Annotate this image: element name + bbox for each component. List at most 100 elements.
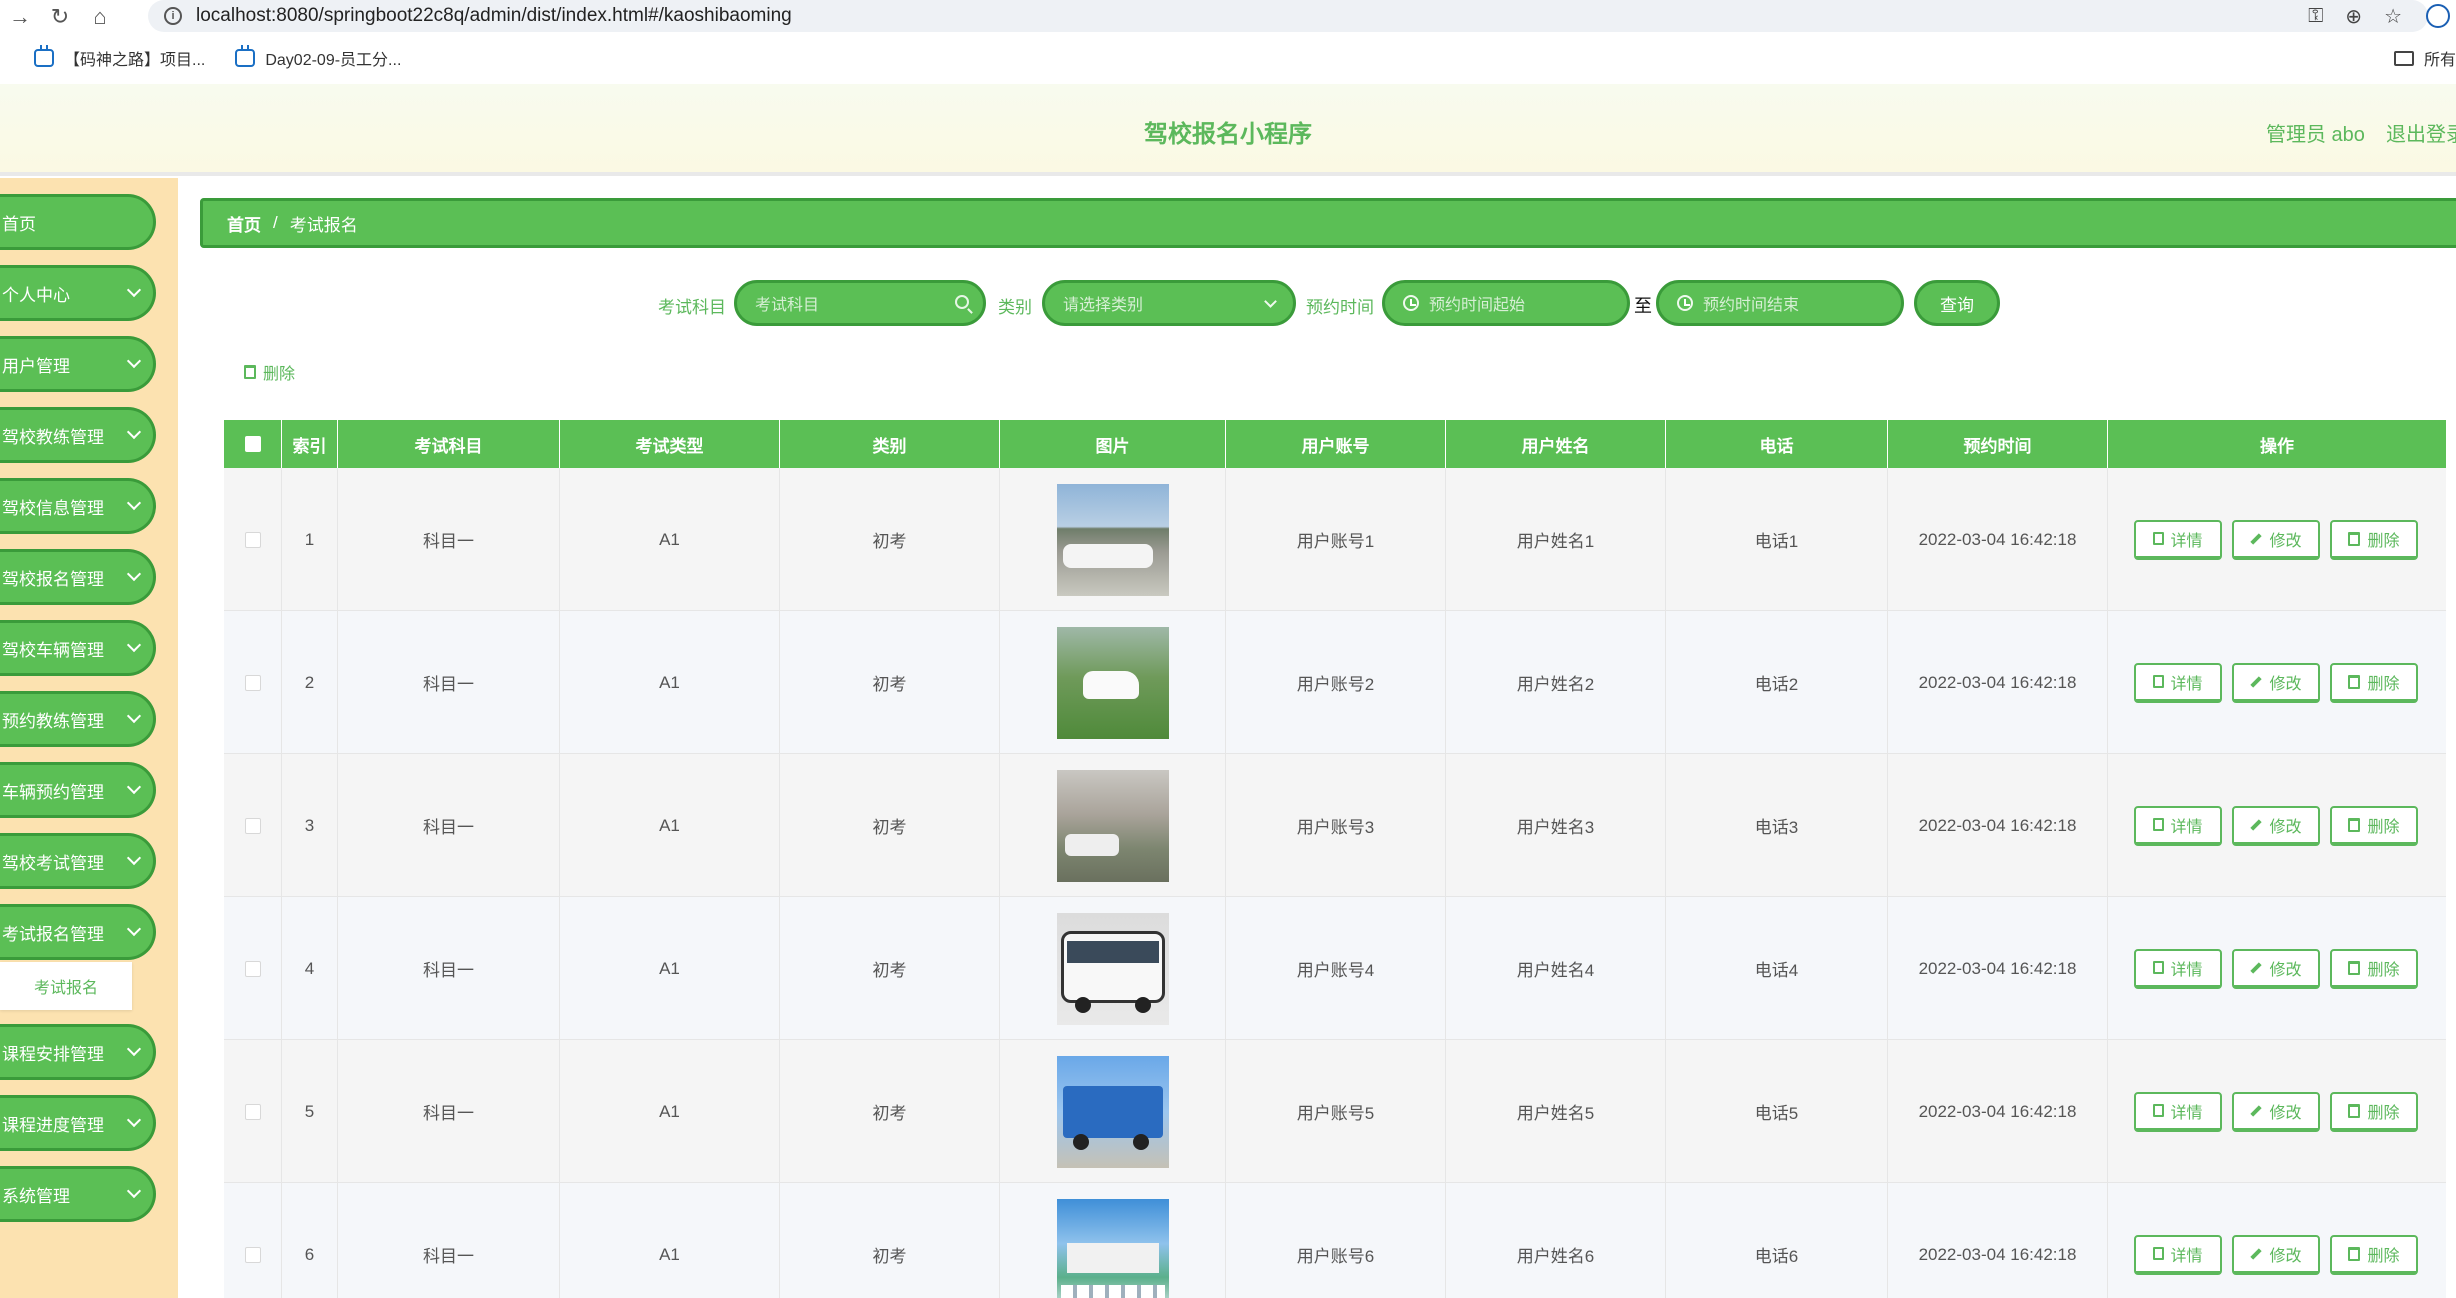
bilibili-icon <box>235 45 256 67</box>
site-info-icon[interactable]: i <box>164 7 182 25</box>
forward-icon[interactable]: → <box>0 0 40 34</box>
detail-button[interactable]: 详情 <box>2134 805 2222 846</box>
vehicle-thumbnail[interactable] <box>1056 1055 1169 1168</box>
select-all-checkbox[interactable] <box>244 436 261 452</box>
action-label: 删除 <box>2367 1247 2400 1265</box>
sidebar-item-users[interactable]: 用户管理 <box>0 336 156 392</box>
table-row: 3 科目一 A1 初考 用户账号3 用户姓名3 电话3 2022-03-04 16:42:18… <box>224 754 2446 897</box>
breadcrumb-current: 考试报名 <box>289 215 358 235</box>
sidebar-item-course-schedule[interactable]: 课程安排管理 <box>0 1024 156 1080</box>
vehicle-thumbnail[interactable] <box>1056 912 1169 1025</box>
all-bookmarks-folder[interactable]: 所有 <box>2393 34 2456 82</box>
submenu-item-exam-registration[interactable]: 考试报名 <box>0 962 132 1010</box>
column-header: 用户姓名 <box>1446 420 1666 468</box>
bookmark-item[interactable]: 【码神之路】项目... <box>34 45 205 70</box>
bookmark-item[interactable]: Day02-09-员工分... <box>235 45 401 70</box>
row-checkbox[interactable] <box>244 531 261 548</box>
sidebar-item-exams[interactable]: 驾校考试管理 <box>0 833 156 889</box>
trash-icon <box>2348 1103 2361 1118</box>
zoom-icon[interactable]: ⊕ <box>2345 4 2362 29</box>
password-key-icon[interactable]: ⚿ <box>2308 5 2323 28</box>
edit-button[interactable]: 修改 <box>2232 519 2320 560</box>
delete-button[interactable]: 删除 <box>2330 519 2418 560</box>
cell-time: 2022-03-04 16:42:18 <box>1888 468 2108 611</box>
pencil-icon <box>2250 675 2263 688</box>
cell-account: 用户账号4 <box>1226 897 1446 1040</box>
reload-icon[interactable]: ↻ <box>40 0 80 34</box>
edit-button[interactable]: 修改 <box>2232 1091 2320 1132</box>
delete-button[interactable]: 删除 <box>2330 948 2418 989</box>
vehicle-thumbnail[interactable] <box>1056 1198 1169 1298</box>
chevron-down-icon <box>126 779 142 795</box>
detail-button[interactable]: 详情 <box>2134 519 2222 560</box>
sidebar-item-coaches[interactable]: 驾校教练管理 <box>0 407 156 463</box>
row-select-cell <box>224 1183 282 1298</box>
column-header: 索引 <box>282 420 338 468</box>
subject-search-input[interactable]: 考试科目 <box>734 280 986 326</box>
bookmark-star-icon[interactable]: ☆ <box>2384 4 2402 29</box>
row-checkbox[interactable] <box>244 1103 261 1120</box>
chevron-down-icon <box>126 637 142 653</box>
sidebar-item-system[interactable]: 系统管理 <box>0 1166 156 1222</box>
sidebar-item-course-progress[interactable]: 课程进度管理 <box>0 1095 156 1151</box>
edit-button[interactable]: 修改 <box>2232 948 2320 989</box>
row-checkbox[interactable] <box>244 817 261 834</box>
action-label: 详情 <box>2170 1247 2203 1265</box>
profile-icon[interactable] <box>2426 4 2450 28</box>
action-label: 详情 <box>2170 1104 2203 1122</box>
row-checkbox[interactable] <box>244 674 261 691</box>
image-cell <box>1000 1183 1226 1298</box>
vehicle-thumbnail[interactable] <box>1056 769 1169 882</box>
cell-phone: 电话1 <box>1666 468 1888 611</box>
cell-subject: 科目一 <box>338 754 560 897</box>
cell-time: 2022-03-04 16:42:18 <box>1888 611 2108 754</box>
cell-account: 用户账号6 <box>1226 1183 1446 1298</box>
edit-button[interactable]: 修改 <box>2232 1234 2320 1275</box>
sidebar-item-vehicle-booking[interactable]: 车辆预约管理 <box>0 762 156 818</box>
breadcrumb-home[interactable]: 首页 <box>227 211 261 236</box>
sidebar-item-home[interactable]: 首页 <box>0 194 156 250</box>
document-icon <box>2153 532 2165 545</box>
logout-link[interactable]: 退出登录 <box>2386 118 2456 147</box>
sidebar-item-school-registration[interactable]: 驾校报名管理 <box>0 549 156 605</box>
select-all-cell <box>224 420 282 468</box>
category-placeholder: 请选择类别 <box>1063 297 1144 314</box>
row-actions: 详情 修改 删除 <box>2108 468 2446 611</box>
edit-button[interactable]: 修改 <box>2232 805 2320 846</box>
vehicle-thumbnail[interactable] <box>1056 483 1169 596</box>
detail-button[interactable]: 详情 <box>2134 1234 2222 1275</box>
action-label: 删除 <box>2367 961 2400 979</box>
cell-index: 1 <box>282 468 338 611</box>
booking-time-start-input[interactable]: 预约时间起始 <box>1382 280 1630 326</box>
detail-button[interactable]: 详情 <box>2134 948 2222 989</box>
detail-button[interactable]: 详情 <box>2134 662 2222 703</box>
sidebar-item-personal-center[interactable]: 个人中心 <box>0 265 156 321</box>
chevron-down-icon <box>1264 295 1277 308</box>
delete-button[interactable]: 删除 <box>2330 1091 2418 1132</box>
row-actions: 详情 修改 删除 <box>2108 611 2446 754</box>
sidebar-item-exam-registration[interactable]: 考试报名管理 <box>0 904 156 960</box>
action-label: 修改 <box>2269 1247 2302 1265</box>
sidebar-item-coach-booking[interactable]: 预约教练管理 <box>0 691 156 747</box>
row-checkbox[interactable] <box>244 1246 261 1263</box>
current-user: 管理员 abo <box>2266 124 2365 146</box>
address-bar[interactable]: i localhost:8080/springboot22c8q/admin/d… <box>148 0 2428 32</box>
cell-time: 2022-03-04 16:42:18 <box>1888 754 2108 897</box>
category-select[interactable]: 请选择类别 <box>1042 280 1296 326</box>
action-label: 删除 <box>2367 818 2400 836</box>
query-button[interactable]: 查询 <box>1914 280 2000 326</box>
edit-button[interactable]: 修改 <box>2232 662 2320 703</box>
vehicle-thumbnail[interactable] <box>1056 626 1169 739</box>
delete-button[interactable]: 删除 <box>2330 662 2418 703</box>
booking-time-end-input[interactable]: 预约时间结束 <box>1656 280 1904 326</box>
sidebar-item-vehicles[interactable]: 驾校车辆管理 <box>0 620 156 676</box>
sidebar-item-school-info[interactable]: 驾校信息管理 <box>0 478 156 534</box>
batch-delete-button[interactable]: 删除 <box>244 360 295 384</box>
delete-button[interactable]: 删除 <box>2330 1234 2418 1275</box>
trash-icon <box>2348 817 2361 832</box>
detail-button[interactable]: 详情 <box>2134 1091 2222 1132</box>
pencil-icon <box>2250 532 2263 545</box>
row-checkbox[interactable] <box>244 960 261 977</box>
home-icon[interactable]: ⌂ <box>80 0 120 34</box>
delete-button[interactable]: 删除 <box>2330 805 2418 846</box>
